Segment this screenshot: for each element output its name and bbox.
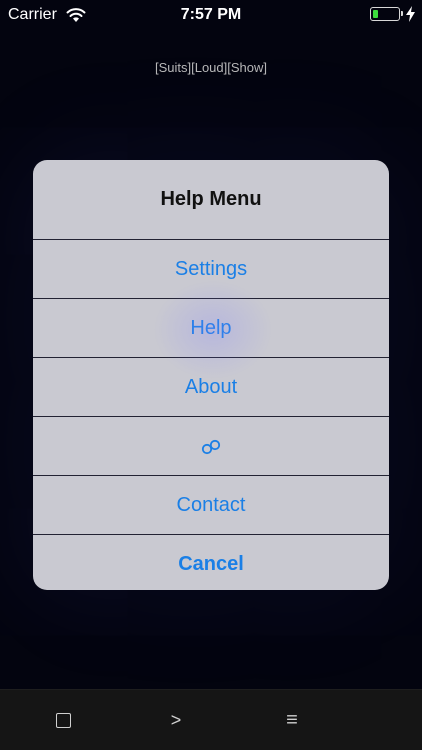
contact-button[interactable]: Contact	[33, 476, 389, 535]
battery-icon	[370, 7, 403, 21]
help-menu-alert: Help Menu Settings Help About Contact Ca…	[33, 160, 389, 590]
battery-level	[372, 9, 378, 18]
game-tags: [Suits][Loud][Show]	[154, 60, 267, 75]
link-button[interactable]	[33, 417, 389, 476]
help-button[interactable]: Help	[33, 299, 389, 358]
square-icon	[55, 712, 71, 728]
settings-button[interactable]: Settings	[33, 240, 389, 299]
link-icon	[200, 435, 222, 457]
next-button[interactable]: >	[146, 690, 206, 750]
about-button[interactable]: About	[33, 358, 389, 417]
bolt-icon	[406, 6, 415, 22]
square-button[interactable]	[33, 690, 93, 750]
status-bar: Carrier 7:57 PM	[0, 0, 422, 30]
cancel-button[interactable]: Cancel	[33, 535, 389, 590]
alert-title: Help Menu	[33, 160, 389, 240]
clock: 7:57 PM	[180, 6, 242, 23]
bottom-toolbar: > ≡	[0, 689, 422, 750]
menu-button[interactable]: ≡	[262, 690, 322, 750]
